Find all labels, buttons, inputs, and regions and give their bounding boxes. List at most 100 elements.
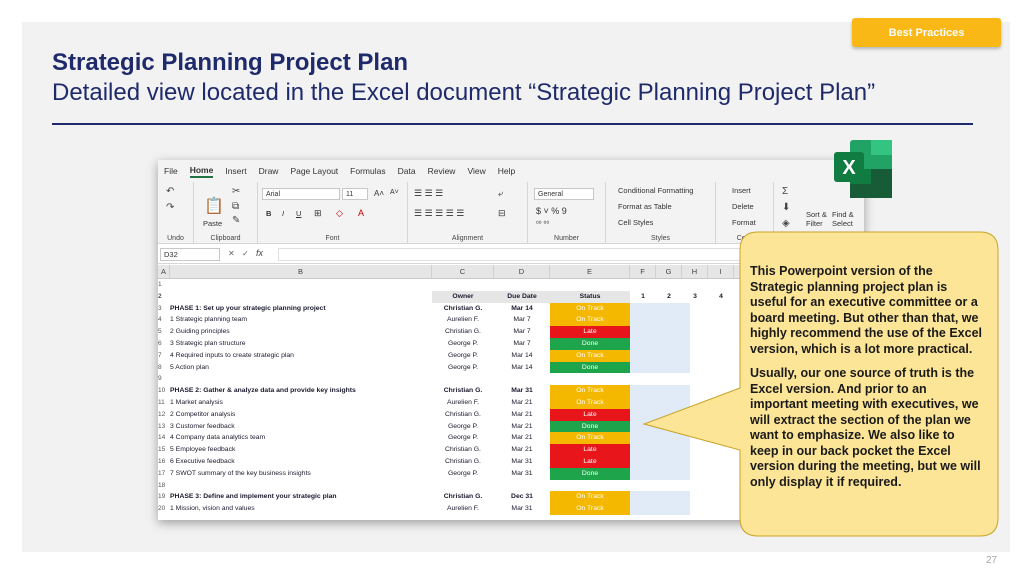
cancel-icon[interactable]: ✕ — [228, 249, 235, 258]
status-cell: Done — [550, 467, 630, 480]
number-format-select[interactable]: General — [534, 188, 594, 200]
owner-header: Owner — [432, 290, 494, 303]
column-header-a[interactable]: A — [158, 265, 170, 279]
column-header-d[interactable]: D — [494, 265, 550, 279]
due-date-cell: Mar 21 — [511, 434, 533, 442]
row-number: 6 — [158, 340, 162, 347]
insert-cells-button[interactable]: Insert — [732, 186, 751, 195]
undo-icon[interactable]: ↶ — [166, 186, 174, 197]
wrap-text-icon[interactable]: ⤶ — [498, 188, 503, 199]
borders-icon[interactable]: ⊞ — [314, 208, 322, 219]
row-number: 2 — [158, 292, 162, 300]
delete-cells-button[interactable]: Delete — [732, 202, 754, 211]
align-left-icon[interactable]: ☰ ☰ ☰ ☰ ☰ — [414, 208, 464, 219]
number-group-label: Number — [554, 235, 579, 242]
paste-button[interactable]: Paste — [203, 219, 222, 228]
clipboard-group: 📋 Paste ✂ ⧉ ✎ Clipboard — [194, 182, 258, 244]
format-cells-button[interactable]: Format — [732, 218, 756, 227]
decimal-icon[interactable]: ⁰⁰ ⁰⁰ — [536, 220, 549, 228]
status-cell: Late — [550, 326, 630, 338]
currency-icon[interactable]: $ ˅ % 9 — [536, 206, 567, 216]
enter-icon[interactable]: ✓ — [242, 249, 249, 258]
row-number: 16 — [158, 458, 166, 465]
menu-tab-page-layout[interactable]: Page Layout — [290, 166, 338, 176]
redo-icon[interactable]: ↷ — [166, 202, 174, 213]
due-date-cell: Mar 21 — [511, 446, 533, 454]
paste-icon[interactable]: 📋 — [204, 196, 224, 216]
title-divider — [52, 123, 973, 125]
row-number: 7 — [158, 351, 162, 359]
status-cell: Late — [550, 444, 630, 456]
format-as-table-button[interactable]: Format as Table — [618, 202, 672, 211]
italic-icon[interactable]: I — [282, 209, 284, 218]
owner-cell: Christian G. — [445, 410, 481, 418]
task-name: 3 Customer feedback — [170, 422, 235, 430]
status-cell: Done — [550, 361, 630, 374]
function-icon[interactable]: fx — [256, 248, 263, 258]
font-group: Arial 11 A˄ A˅ B I U ⊞ ◇ A Font — [258, 182, 408, 244]
row-number: 8 — [158, 363, 162, 371]
column-header-e[interactable]: E — [550, 265, 630, 279]
column-header-c[interactable]: C — [432, 265, 494, 279]
menu-tab-insert[interactable]: Insert — [225, 166, 246, 176]
name-box[interactable]: D32 — [160, 248, 220, 261]
format-painter-icon[interactable]: ✎ — [232, 215, 240, 226]
fill-icon[interactable]: ⬇ — [782, 202, 790, 213]
status-cell: Done — [550, 420, 630, 433]
due-date-cell: Mar 14 — [511, 363, 533, 371]
menu-tab-view[interactable]: View — [467, 166, 485, 176]
due-date-cell: Mar 21 — [511, 410, 533, 418]
owner-cell: George P. — [447, 434, 479, 442]
font-group-label: Font — [325, 235, 340, 242]
fill-color-icon[interactable]: ◇ — [336, 208, 343, 219]
page-number: 27 — [986, 555, 998, 566]
due-date-header: Due Date — [494, 290, 550, 303]
find-select-button[interactable]: Find & Select — [832, 210, 854, 228]
owner-cell: George P. — [447, 340, 479, 347]
best-practices-badge: Best Practices — [852, 18, 1001, 47]
owner-cell: Christian G. — [443, 304, 483, 312]
task-name: 3 Strategic plan structure — [170, 340, 246, 347]
font-size-select[interactable]: 11 — [342, 188, 368, 200]
underline-icon[interactable]: U — [296, 209, 301, 218]
row-number: 12 — [158, 410, 166, 418]
cell-styles-button[interactable]: Cell Styles — [618, 218, 653, 227]
owner-cell: George P. — [447, 469, 479, 477]
row-number: 19 — [158, 493, 166, 501]
task-name: 5 Action plan — [170, 363, 209, 371]
excel-menu-bar: File Home Insert Draw Page Layout Formulas Dat… — [158, 160, 864, 182]
due-date-cell: Mar 14 — [511, 351, 533, 359]
status-cell: Late — [550, 456, 630, 468]
due-date-cell — [494, 373, 550, 385]
autosum-icon[interactable]: Σ — [782, 186, 788, 197]
font-name-select[interactable]: Arial — [262, 188, 340, 200]
task-name: 5 Employee feedback — [170, 446, 236, 454]
task-name: 4 Required inputs to create strategic pl… — [170, 351, 294, 359]
sort-filter-button[interactable]: Sort & Filter — [806, 210, 827, 228]
decrease-font-icon[interactable]: A˅ — [390, 189, 399, 196]
undo-group-label: Undo — [167, 235, 184, 242]
clipboard-group-label: Clipboard — [210, 235, 241, 242]
menu-tab-review[interactable]: Review — [428, 166, 456, 176]
row-number: 20 — [158, 505, 166, 513]
row-number: 5 — [158, 328, 162, 336]
status-cell: Late — [550, 408, 630, 421]
menu-tab-file[interactable]: File — [164, 166, 178, 176]
menu-tab-home[interactable]: Home — [189, 165, 214, 178]
status-cell — [550, 480, 630, 492]
menu-tab-draw[interactable]: Draw — [259, 166, 279, 176]
cut-icon[interactable]: ✂ — [232, 186, 240, 197]
menu-tab-help[interactable]: Help — [498, 166, 515, 176]
menu-tab-formulas[interactable]: Formulas — [350, 166, 385, 176]
increase-font-icon[interactable]: A˄ — [374, 189, 384, 198]
align-top-icon[interactable]: ☰ ☰ ☰ — [414, 188, 443, 199]
bold-icon[interactable]: B — [266, 209, 271, 218]
merge-center-icon[interactable]: ⊟ — [498, 208, 506, 219]
font-color-icon[interactable]: A — [358, 208, 364, 218]
copy-icon[interactable]: ⧉ — [232, 201, 239, 212]
column-header-b[interactable]: B — [170, 265, 432, 279]
conditional-formatting-button[interactable]: Conditional Formatting — [618, 186, 693, 195]
menu-tab-data[interactable]: Data — [398, 166, 416, 176]
row-number: 4 — [158, 316, 162, 324]
alignment-group: ☰ ☰ ☰ ☰ ☰ ☰ ☰ ☰ ⤶ ⊟ Alignment — [408, 182, 528, 244]
